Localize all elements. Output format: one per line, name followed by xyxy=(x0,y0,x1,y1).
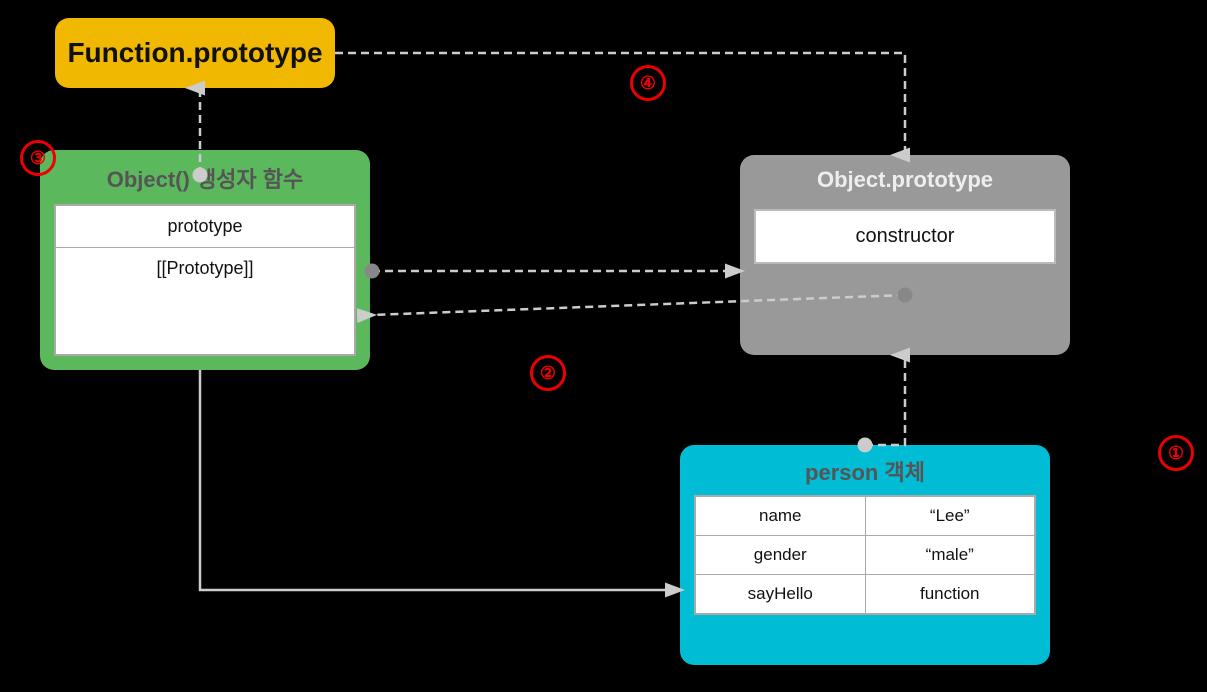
obj-proto-constructor: constructor xyxy=(754,209,1056,264)
person-obj-title: person 객체 xyxy=(694,455,1036,487)
person-row-name: name “Lee” xyxy=(696,497,1034,536)
obj-constructor-row-proto-chain: [[Prototype]] xyxy=(56,248,354,289)
person-obj-box: person 객체 name “Lee” gender “male” sayHe… xyxy=(680,445,1050,665)
obj-proto-box: Object.prototype constructor xyxy=(740,155,1070,355)
obj-constructor-row-prototype: prototype xyxy=(56,206,354,248)
label-three: ③ xyxy=(20,140,56,176)
obj-constructor-title: Object() 생성자 함수 xyxy=(54,162,356,194)
label-four: ④ xyxy=(630,65,666,101)
arrow-4 xyxy=(335,53,905,155)
person-name-value: “Lee” xyxy=(866,497,1035,535)
label-two: ② xyxy=(530,355,566,391)
person-sayhello-key: sayHello xyxy=(696,575,866,613)
person-obj-table: name “Lee” gender “male” sayHello functi… xyxy=(694,495,1036,615)
person-sayhello-value: function xyxy=(866,575,1035,613)
obj-proto-title: Object.prototype xyxy=(754,167,1056,193)
func-proto-box: Function.prototype xyxy=(55,18,335,88)
person-name-key: name xyxy=(696,497,866,535)
arrow-person-to-obj-proto xyxy=(865,355,905,445)
person-row-sayhello: sayHello function xyxy=(696,575,1034,613)
person-gender-key: gender xyxy=(696,536,866,574)
func-proto-label: Function.prototype xyxy=(67,37,322,69)
label-one: ① xyxy=(1158,435,1194,471)
obj-constructor-box: Object() 생성자 함수 prototype [[Prototype]] xyxy=(40,150,370,370)
person-gender-value: “male” xyxy=(866,536,1035,574)
arrow-constructor-to-person xyxy=(200,370,680,590)
person-row-gender: gender “male” xyxy=(696,536,1034,575)
obj-constructor-table: prototype [[Prototype]] xyxy=(54,204,356,356)
